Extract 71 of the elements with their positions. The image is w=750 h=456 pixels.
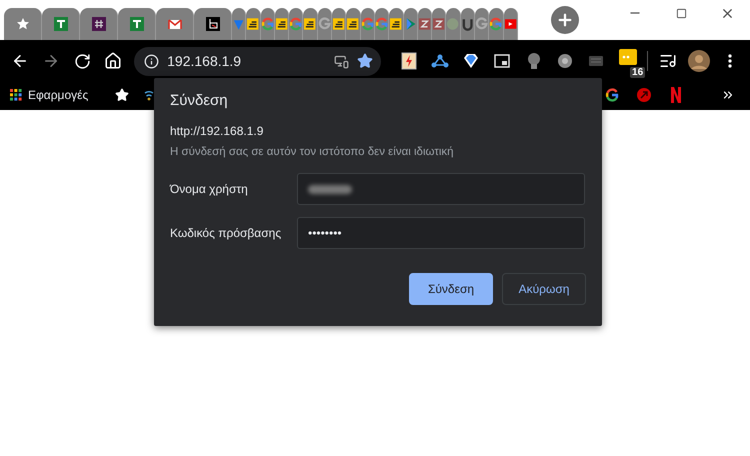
g-logo-icon [475,17,488,31]
devices-icon[interactable] [334,54,349,68]
spreadsheet-icon [54,17,68,31]
browser-tab[interactable] [303,8,318,40]
apps-bookmark[interactable]: Εφαρμογές [6,83,92,107]
menu-icon [728,54,732,68]
app-icon [206,17,220,31]
app-icon [446,17,460,31]
network-icon [430,54,449,68]
playlist-icon [658,52,677,70]
document-icon [389,17,403,31]
address-bar[interactable]: 192.168.1.9 [134,46,381,76]
wifi-icon [144,89,154,101]
star-icon [16,17,30,31]
info-icon [144,54,160,68]
g-logo-icon [360,17,374,31]
document-icon [332,17,346,31]
hash-icon [92,17,106,31]
plus-icon [556,10,574,28]
browser-tab[interactable] [246,8,261,40]
picture-in-picture-icon [494,54,510,68]
new-tab-button[interactable] [550,6,579,34]
browser-tab[interactable] [332,8,346,40]
maximize-icon [676,8,686,18]
star-icon [115,88,130,102]
document-icon [303,17,317,31]
arrow-circle-icon [636,87,652,103]
g-logo-icon [260,17,274,31]
video-icon [504,17,517,31]
keyboard-icon [589,56,604,66]
field-label: Κωδικός πρόσβασης [170,226,282,240]
lightning-icon [400,52,417,70]
diamond-icon [463,53,480,69]
cancel-button[interactable]: Ακύρωση [502,273,586,305]
reload-icon [74,52,91,70]
sign-in-button[interactable]: Σύνδεση [409,273,493,305]
document-icon [274,17,288,31]
dialog-title: Σύνδεση [170,92,229,109]
browser-tab[interactable] [389,8,404,40]
app-icon [432,17,446,31]
g-logo-icon [374,17,388,31]
bookmark-star-icon[interactable] [356,53,373,69]
g-logo-icon [605,88,619,102]
spreadsheet-icon [130,17,144,31]
avatar-icon [688,50,710,72]
badge-count: 16 [630,67,646,78]
extension-button[interactable]: 16 [612,45,644,77]
browser-tab[interactable] [80,8,118,40]
password-field[interactable]: •••••••• [297,217,585,249]
field-label: Όνομα χρήστη [170,182,249,196]
netflix-logo-icon [671,87,681,103]
browser-tab[interactable] [194,8,232,40]
browser-tab[interactable] [346,8,361,40]
app-icon [418,17,432,31]
site-url: http://192.168.1.9 [170,124,264,138]
g-logo-icon [489,17,503,31]
document-icon [246,17,260,31]
apps-grid-icon [10,89,22,101]
username-field[interactable] [297,173,585,205]
g-logo-icon [318,17,332,31]
mail-icon [168,17,182,31]
bulb-icon [526,52,541,70]
browser-tab[interactable] [460,8,476,40]
speaker-icon [556,53,573,69]
browser-tab[interactable] [274,8,290,40]
g-logo-icon [289,17,302,31]
home-icon [104,52,122,70]
privacy-notice: Η σύνδεσή σας σε αυτόν τον ιστότοπο δεν είναι ιδιωτική [170,146,455,158]
note-icon [618,49,636,65]
app-icon [460,17,474,31]
document-icon [346,17,360,31]
